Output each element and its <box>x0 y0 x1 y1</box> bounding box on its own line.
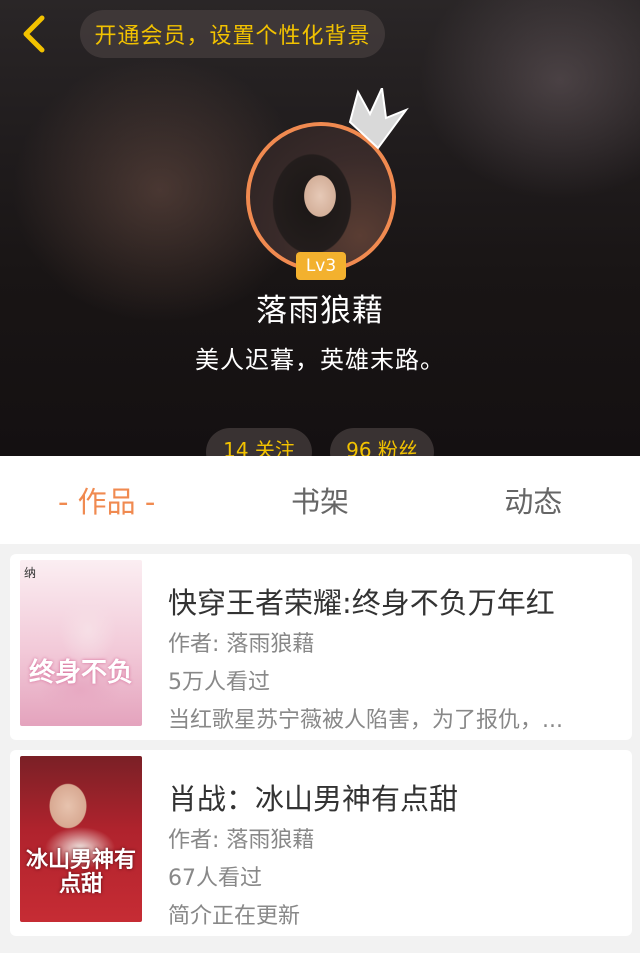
book-intro: 当红歌星苏宁薇被人陷害，为了报仇，... <box>168 708 563 733</box>
book-title[interactable]: 快穿王者荣耀:终身不负万年红 <box>168 580 555 622</box>
publisher-logo: 纳 <box>24 566 37 580</box>
book-views: 5万人看过 <box>168 670 270 695</box>
book-author: 作者: 落雨狼藉 <box>168 632 315 657</box>
tab-activity[interactable]: 动态 <box>427 456 640 544</box>
book-intro: 简介正在更新 <box>168 904 301 929</box>
cover-title: 终身不负 <box>28 658 133 688</box>
tab-works[interactable]: - 作品 - <box>0 456 213 544</box>
book-card[interactable]: 纳 终身不负 快穿王者荣耀:终身不负万年红 作者: 落雨狼藉 5万人看过 当红歌… <box>10 554 632 740</box>
follow-count-button[interactable]: 14 关注 <box>206 428 312 456</box>
tab-bar: - 作品 - 书架 动态 <box>0 456 640 544</box>
book-card[interactable]: 冰山男神有点甜 肖战：冰山男神有点甜 作者: 落雨狼藉 67人看过 简介正在更新 <box>10 750 632 936</box>
chevron-left-icon <box>23 15 45 53</box>
book-views: 67人看过 <box>168 866 262 891</box>
back-button[interactable] <box>16 14 52 54</box>
vip-background-button[interactable]: 开通会员，设置个性化背景 <box>80 10 385 58</box>
book-title[interactable]: 肖战：冰山男神有点甜 <box>168 776 458 818</box>
fans-count-button[interactable]: 96 粉丝 <box>330 428 434 456</box>
crown-icon <box>348 88 409 150</box>
signature: 美人迟暮，英雄末路。 <box>195 346 445 374</box>
tab-bookshelf[interactable]: 书架 <box>213 456 426 544</box>
book-author: 作者: 落雨狼藉 <box>168 828 315 853</box>
book-cover[interactable]: 纳 终身不负 <box>20 560 142 726</box>
nickname: 落雨狼藉 <box>256 293 384 329</box>
avatar-container: Lv3 <box>246 88 409 280</box>
cover-title: 冰山男神有点甜 <box>25 847 136 897</box>
level-badge: Lv3 <box>296 252 346 280</box>
book-cover[interactable]: 冰山男神有点甜 <box>20 756 142 922</box>
profile-header: 开通会员，设置个性化背景 Lv3 落雨狼藉 美人迟暮，英雄末路。 14 关注 9… <box>0 0 640 456</box>
